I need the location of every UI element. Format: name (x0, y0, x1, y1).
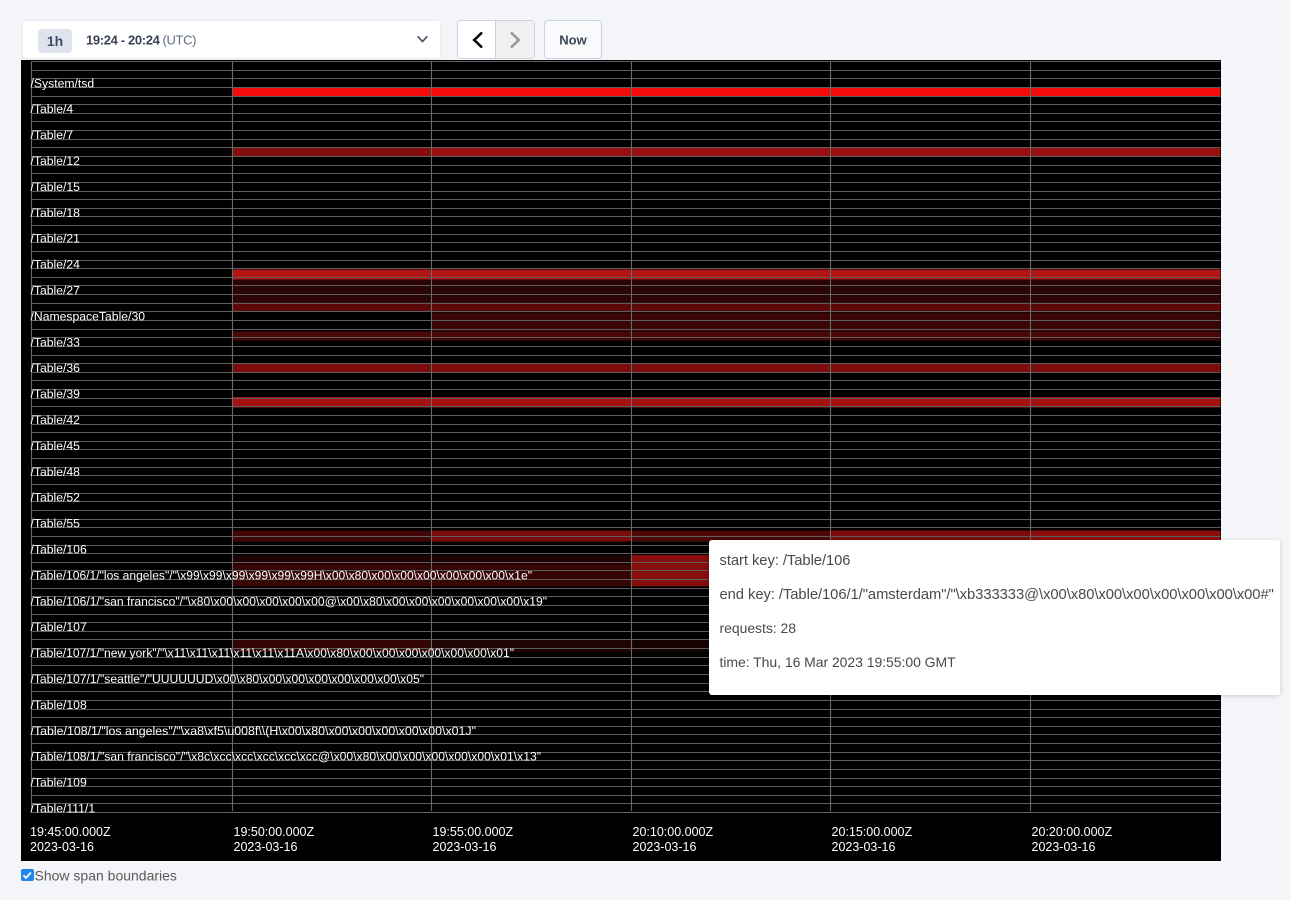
svg-text:20:15:00.000Z: 20:15:00.000Z (832, 825, 913, 839)
svg-text:/Table/15: /Table/15 (31, 180, 81, 194)
svg-text:19:24 - 20:24: 19:24 - 20:24 (86, 33, 161, 48)
svg-text:/Table/108/1/"san francisco"/": /Table/108/1/"san francisco"/"\x8c\xcc\x… (31, 750, 542, 764)
svg-text:19:55:00.000Z: 19:55:00.000Z (433, 825, 514, 839)
svg-text:/NamespaceTable/30: /NamespaceTable/30 (31, 309, 146, 323)
svg-text:/Table/106: /Table/106 (31, 543, 87, 557)
svg-text:/Table/52: /Table/52 (31, 491, 81, 505)
svg-text:/Table/55: /Table/55 (31, 517, 81, 531)
svg-text:20:10:00.000Z: 20:10:00.000Z (633, 825, 714, 839)
svg-text:/Table/108/1/"los angeles"/"\x: /Table/108/1/"los angeles"/"\xa8\xf5\u00… (31, 724, 477, 738)
svg-text:/Table/107/1/"seattle"/"UUUUUU: /Table/107/1/"seattle"/"UUUUUUD\x00\x80\… (31, 672, 425, 686)
svg-text:/Table/106/1/"san francisco"/": /Table/106/1/"san francisco"/"\x80\x00\x… (31, 594, 548, 608)
svg-text:start key: /Table/106: start key: /Table/106 (720, 553, 851, 569)
svg-text:2023-03-16: 2023-03-16 (832, 840, 896, 854)
svg-text:/Table/21: /Table/21 (31, 232, 81, 246)
svg-text:/Table/24: /Table/24 (31, 258, 81, 272)
svg-text:requests: 28: requests: 28 (720, 620, 797, 636)
svg-text:Now: Now (559, 32, 587, 47)
svg-text:1h: 1h (46, 33, 62, 49)
svg-text:(UTC): (UTC) (162, 33, 196, 48)
svg-text:/Table/111/1: /Table/111/1 (31, 802, 96, 816)
svg-text:time: Thu, 16 Mar 2023 19:55:0: time: Thu, 16 Mar 2023 19:55:00 GMT (720, 654, 957, 670)
svg-text:/Table/42: /Table/42 (31, 413, 81, 427)
svg-text:/Table/107: /Table/107 (31, 620, 87, 634)
svg-text:Show span boundaries: Show span boundaries (35, 868, 177, 883)
svg-text:19:45:00.000Z: 19:45:00.000Z (30, 825, 111, 839)
svg-text:/Table/39: /Table/39 (31, 387, 81, 401)
svg-text:/Table/109: /Table/109 (31, 776, 87, 790)
svg-text:/Table/108: /Table/108 (31, 698, 87, 712)
svg-text:/Table/33: /Table/33 (31, 335, 81, 349)
svg-text:/Table/27: /Table/27 (31, 284, 81, 298)
svg-text:/Table/4: /Table/4 (31, 102, 74, 116)
svg-text:/Table/107/1/"new york"/"\x11\: /Table/107/1/"new york"/"\x11\x11\x11\x1… (31, 646, 515, 660)
svg-text:2023-03-16: 2023-03-16 (1032, 840, 1096, 854)
svg-text:19:50:00.000Z: 19:50:00.000Z (234, 825, 315, 839)
svg-text:/Table/18: /Table/18 (31, 206, 81, 220)
svg-text:/Table/36: /Table/36 (31, 361, 81, 375)
svg-text:/System/tsd: /System/tsd (31, 76, 95, 90)
svg-text:20:20:00.000Z: 20:20:00.000Z (1032, 825, 1113, 839)
svg-text:/Table/45: /Table/45 (31, 439, 81, 453)
svg-text:/Table/7: /Table/7 (31, 128, 74, 142)
svg-text:/Table/48: /Table/48 (31, 465, 81, 479)
svg-text:2023-03-16: 2023-03-16 (234, 840, 298, 854)
svg-text:2023-03-16: 2023-03-16 (433, 840, 497, 854)
svg-text:end key: /Table/106/1/"amsterd: end key: /Table/106/1/"amsterdam"/"\xb33… (720, 587, 1274, 603)
svg-text:2023-03-16: 2023-03-16 (633, 840, 697, 854)
svg-text:/Table/106/1/"los angeles"/"\x: /Table/106/1/"los angeles"/"\x99\x99\x99… (31, 568, 533, 582)
svg-text:/Table/12: /Table/12 (31, 154, 81, 168)
svg-text:2023-03-16: 2023-03-16 (30, 840, 94, 854)
